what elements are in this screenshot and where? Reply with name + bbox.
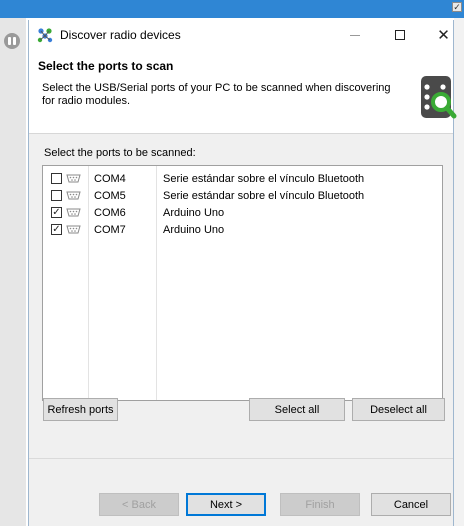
port-row-com6[interactable]: ✓ COM6 Arduino Uno — [43, 204, 442, 221]
radio-module-search-icon — [421, 76, 457, 119]
cancel-button[interactable]: Cancel — [371, 493, 451, 516]
wizard-separator — [29, 458, 453, 459]
port-description: Arduino Uno — [163, 224, 225, 236]
wizard-header: Select the ports to scan Select the USB/… — [29, 50, 457, 134]
port-name: COM5 — [94, 190, 126, 202]
close-icon: ✕ — [437, 27, 450, 44]
minimize-icon — [349, 34, 360, 36]
serial-port-icon — [66, 174, 81, 183]
ports-list-label: Select the ports to be scanned: — [44, 147, 196, 159]
page-title: Select the ports to scan — [38, 59, 174, 73]
minimize-button[interactable] — [332, 20, 377, 50]
port-description: Arduino Uno — [163, 207, 225, 219]
close-button[interactable]: ✕ — [421, 20, 464, 50]
port-checkbox-com6[interactable]: ✓ — [51, 207, 62, 218]
discover-radio-devices-dialog: Discover radio devices ✕ Select the port… — [28, 20, 457, 526]
ports-list[interactable]: COM4 Serie estándar sobre el vínculo Blu… — [42, 165, 443, 401]
port-description: Serie estándar sobre el vínculo Bluetoot… — [163, 190, 365, 202]
pause-app-icon — [4, 33, 20, 49]
window-titlebar[interactable]: Discover radio devices ✕ — [29, 20, 453, 50]
maximize-icon — [394, 30, 405, 40]
port-row-com4[interactable]: COM4 Serie estándar sobre el vínculo Blu… — [43, 170, 442, 187]
serial-port-icon — [66, 208, 81, 217]
window-title: Discover radio devices — [60, 28, 181, 42]
port-name: COM6 — [94, 207, 126, 219]
refresh-ports-button[interactable]: Refresh ports — [43, 398, 118, 421]
port-checkbox-com4[interactable] — [51, 173, 62, 184]
maximize-button[interactable] — [377, 20, 422, 50]
port-row-com5[interactable]: COM5 Serie estándar sobre el vínculo Blu… — [43, 187, 442, 204]
port-name: COM4 — [94, 173, 126, 185]
port-row-com7[interactable]: ✓ COM7 Arduino Uno — [43, 221, 442, 238]
serial-port-icon — [66, 191, 81, 200]
port-description: Serie estándar sobre el vínculo Bluetoot… — [163, 173, 365, 185]
next-button[interactable]: Next > — [186, 493, 266, 516]
serial-port-icon — [66, 225, 81, 234]
page-description: Select the USB/Serial ports of your PC t… — [42, 82, 391, 107]
port-checkbox-com7[interactable]: ✓ — [51, 224, 62, 235]
deselect-all-button[interactable]: Deselect all — [352, 398, 445, 421]
finish-button[interactable]: Finish — [280, 493, 360, 516]
xbee-app-icon — [37, 28, 53, 43]
select-all-button[interactable]: Select all — [249, 398, 345, 421]
port-name: COM7 — [94, 224, 126, 236]
port-checkbox-com5[interactable] — [51, 190, 62, 201]
desktop-titlebar-strip — [0, 0, 464, 18]
back-button[interactable]: < Back — [99, 493, 179, 516]
desktop-checkbox-icon: ✓ — [452, 2, 462, 12]
desktop-left-strip — [0, 18, 26, 526]
